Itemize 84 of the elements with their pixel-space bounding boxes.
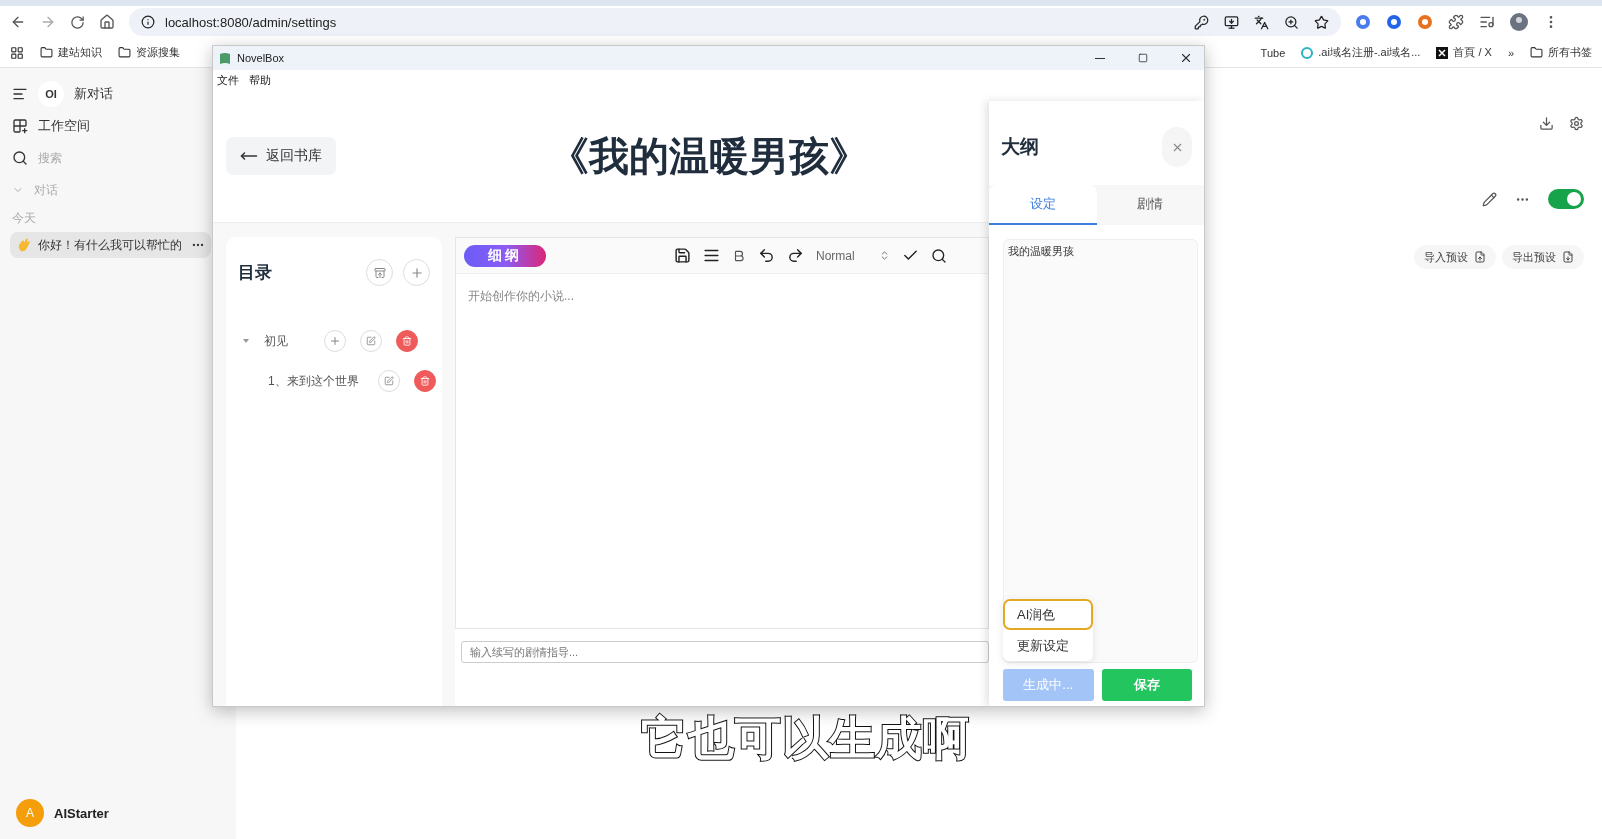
caret-icon[interactable] — [242, 337, 250, 345]
style-select[interactable]: Normal — [816, 248, 890, 263]
x-icon — [1436, 46, 1449, 59]
settings-icon[interactable] — [1569, 116, 1584, 131]
download-icon[interactable] — [1539, 116, 1554, 131]
profile-icon[interactable] — [1510, 13, 1528, 31]
preset-button[interactable]: 导入预设 — [1414, 245, 1496, 269]
delete-button[interactable] — [414, 370, 436, 392]
workspace-icon[interactable] — [12, 118, 28, 134]
plus-icon — [329, 335, 341, 347]
book-icon — [219, 51, 231, 65]
more-bookmarks[interactable]: » — [1507, 46, 1514, 59]
editor-placeholder[interactable]: 开始创作你的小说... — [456, 274, 988, 628]
new-chat-link[interactable]: 新对话 — [74, 85, 113, 103]
section-title[interactable]: 1、来到这个世界 — [268, 372, 364, 390]
bold-icon[interactable] — [732, 248, 746, 263]
trash-icon — [420, 376, 430, 386]
preset-button[interactable]: 导出预设 — [1502, 245, 1584, 269]
date-label: 今天 — [12, 209, 36, 227]
file-download-icon — [1562, 251, 1574, 263]
book-title: 《我的温暖男孩》 — [548, 132, 869, 180]
extension-icon[interactable] — [1355, 14, 1371, 30]
window-title: NovelBox — [237, 52, 285, 64]
folder-icon — [40, 46, 53, 59]
edit-icon — [366, 336, 376, 346]
menu-item[interactable]: AI润色 — [1003, 599, 1093, 630]
home-icon[interactable] — [99, 14, 115, 30]
subtitle-text: 它也可以生成啊 — [640, 711, 970, 766]
bookmark[interactable]: 资源搜集 — [118, 45, 180, 60]
media-icon[interactable] — [1479, 14, 1495, 30]
pencil-icon[interactable] — [1482, 191, 1497, 207]
zoom-icon[interactable] — [1284, 14, 1299, 30]
extension-icon[interactable] — [1386, 14, 1402, 30]
tab[interactable]: 剧情 — [1096, 185, 1204, 225]
info-icon[interactable] — [141, 15, 155, 29]
extension-icon[interactable] — [1417, 14, 1433, 30]
guide-input[interactable]: 输入续写的剧情指导... — [461, 641, 989, 663]
menu-item[interactable]: 更新设定 — [1003, 630, 1093, 661]
logo: OI — [38, 81, 64, 107]
menu-item[interactable]: 文件 — [217, 72, 239, 88]
redo-icon[interactable] — [787, 247, 804, 264]
toggle-switch[interactable] — [1548, 189, 1584, 209]
chat-item[interactable]: 你好！有什么我可以帮忙的 — [10, 232, 211, 258]
all-bookmarks[interactable]: 所有书签 — [1530, 45, 1592, 60]
site-icon — [1301, 46, 1314, 59]
bookmark[interactable]: 建站知识 — [40, 45, 102, 60]
save-icon[interactable] — [674, 247, 691, 264]
archive-icon — [373, 266, 386, 279]
folder-icon — [118, 46, 131, 59]
key-icon[interactable] — [1194, 14, 1209, 30]
install-icon[interactable] — [1224, 14, 1239, 30]
extensions-icon[interactable] — [1448, 14, 1464, 30]
menu-icon[interactable] — [12, 86, 28, 102]
undo-icon[interactable] — [758, 247, 775, 264]
user-name: AIStarter — [54, 805, 109, 821]
bookmark[interactable]: Tube — [1260, 46, 1286, 59]
maximize-icon — [1137, 53, 1148, 63]
menu-item[interactable]: 帮助 — [249, 72, 271, 88]
chapter-title[interactable]: 初见 — [264, 332, 310, 350]
translate-icon[interactable] — [1254, 14, 1269, 30]
file-upload-icon — [1474, 251, 1486, 263]
tab[interactable]: 设定 — [989, 185, 1097, 225]
align-icon[interactable] — [703, 247, 720, 264]
delete-button[interactable] — [396, 330, 418, 352]
back-icon[interactable] — [10, 14, 26, 30]
reload-icon[interactable] — [70, 14, 85, 30]
bookmark[interactable]: 首頁 / X — [1436, 45, 1492, 60]
address-bar[interactable]: localhost:8080/admin/settings — [129, 8, 1341, 36]
edit-icon — [384, 376, 394, 386]
mode-badge[interactable]: 细纲 — [464, 244, 546, 267]
waving-hand-icon — [16, 237, 32, 253]
bookmark[interactable]: .ai域名注册-.ai域名... — [1301, 45, 1421, 60]
workspace-link[interactable]: 工作空间 — [38, 117, 90, 135]
back-button[interactable]: 返回书库 — [226, 137, 336, 175]
panel-title: 大纲 — [1001, 135, 1039, 159]
folder-icon — [1530, 46, 1543, 59]
star-icon[interactable] — [1314, 14, 1329, 30]
toc-title: 目录 — [238, 262, 273, 284]
trash-icon — [402, 336, 412, 346]
minimize-icon — [1094, 57, 1105, 59]
plus-icon — [409, 265, 424, 280]
search-icon[interactable] — [930, 247, 947, 264]
apps-icon[interactable] — [10, 45, 24, 60]
search-icon[interactable] — [12, 150, 28, 166]
